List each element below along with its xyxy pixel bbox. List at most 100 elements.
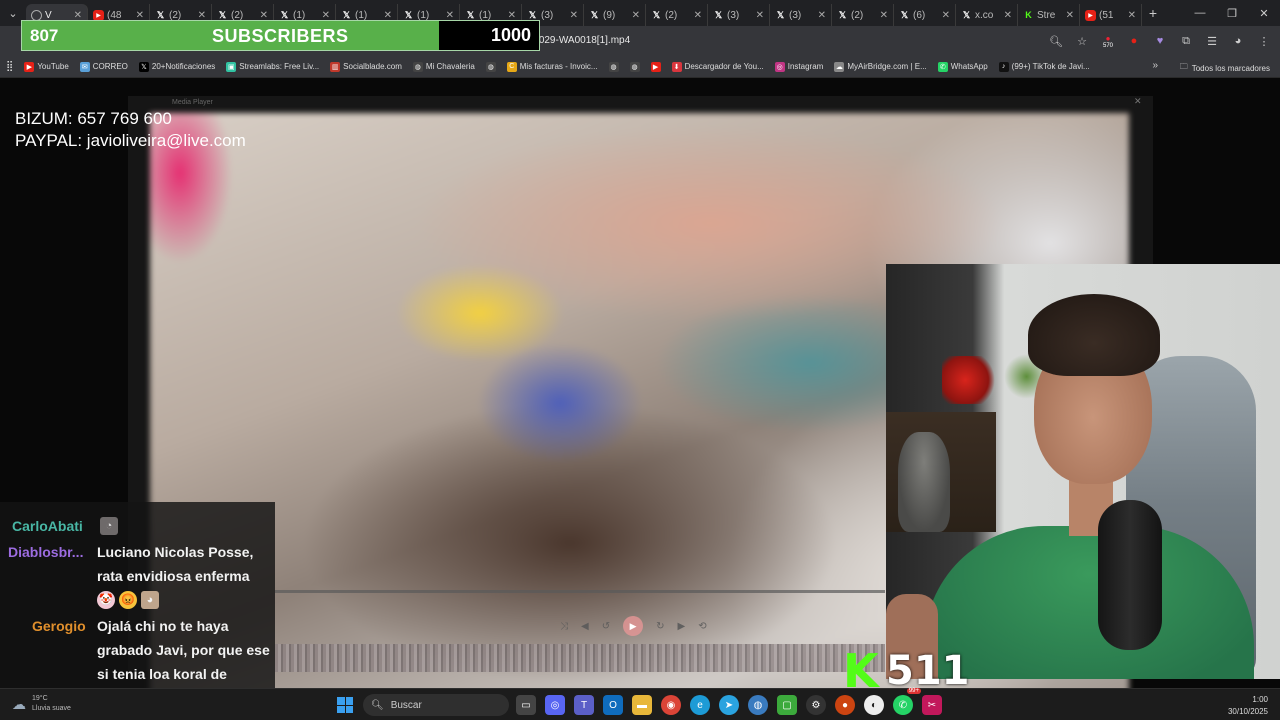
chat-message: Gerogio Ojalá chi no te haya grabado Jav… [0,614,275,688]
profile-avatar[interactable]: ◕ [1228,31,1248,51]
chrome-icon[interactable]: ◉ [661,695,681,715]
bookmark-item[interactable]: ◎ Instagram [774,61,823,72]
tab-title: (1) [355,9,368,21]
tab-close-icon[interactable]: ✕ [632,10,640,21]
taskbar-search[interactable]: 🔍︎ Buscar [363,694,509,716]
rewind-icon[interactable]: ↺ [602,621,610,632]
next-icon[interactable]: ▶ [677,621,685,632]
discord-icon[interactable]: ◎ [545,695,565,715]
bookmark-star-icon[interactable]: ☆ [1072,31,1092,51]
tab-close-icon[interactable]: ✕ [570,10,578,21]
play-icon[interactable]: ▶ [623,616,644,636]
whatsapp-icon[interactable]: ✆ 99+ [893,688,921,715]
obs-icon[interactable]: ◐ [864,695,884,715]
browser-tab[interactable]: K Stre ✕ [1018,4,1080,26]
bookmark-item[interactable]: C Mis facturas - Invoic... [506,61,598,72]
tab-close-icon[interactable]: ✕ [1066,10,1074,21]
snipping-tool-icon[interactable]: ✂ [922,695,942,715]
bookmark-item[interactable]: ⬇ Descargador de You... [671,61,764,72]
browser-tab[interactable]: 𝕏 (3) ✕ [708,4,770,26]
subscriber-count: 807 [30,26,59,45]
bookmark-item[interactable]: ◍ Mi Chavaleria [412,61,475,72]
bookmark-item[interactable]: ♪ (99+) TikTok de Javi... [998,61,1090,72]
tab-close-icon[interactable]: ✕ [74,10,82,21]
tab-close-icon[interactable]: ✕ [942,10,950,21]
windows-start-icon[interactable] [337,697,353,713]
tab-close-icon[interactable]: ✕ [1004,10,1012,21]
file-explorer-icon[interactable]: ▬ [632,695,652,715]
new-tab-button[interactable]: + [1142,5,1164,21]
shield-extension-icon[interactable]: ♥ [1150,31,1170,51]
youtube-icon: ▶ [1085,9,1096,21]
browser-tab[interactable]: 𝕏 (2) ✕ [832,4,894,26]
browser-tab[interactable]: ▶ (51 ✕ [1080,4,1142,26]
outlook-icon[interactable]: O [603,695,623,715]
previous-icon[interactable]: ◀ [581,621,589,632]
tab-close-icon[interactable]: ✕ [384,10,392,21]
network-globe-icon[interactable]: ◍ [748,695,768,715]
repeat-icon[interactable]: ⟲ [698,621,706,632]
tab-close-icon[interactable]: ✕ [1128,10,1136,21]
more-bookmarks-icon[interactable]: » [1152,60,1158,71]
tab-close-icon[interactable]: ✕ [198,10,206,21]
clock-time: 1:00 [1252,695,1268,704]
browser-tab[interactable]: 𝕏 (6) ✕ [894,4,956,26]
extension-icon[interactable]: ● 570 [1098,31,1118,51]
browser-tab[interactable]: 𝕏x.co ✕ [956,4,1018,26]
apps-icon[interactable]: ⣿ [6,61,13,72]
bookmark-item[interactable]: ▥ Socialblade.com [330,61,402,72]
all-bookmarks-button[interactable]: 🗀 Todos los marcadores [1180,61,1270,75]
tab-close-icon[interactable]: ✕ [322,10,330,21]
tab-close-icon[interactable]: ✕ [818,10,826,21]
download-icon: ⬇ [671,61,682,72]
steam-icon[interactable]: ⚙ [806,695,826,715]
video-glitch-strip [275,644,885,672]
viewer-count: 511 [886,648,970,688]
bookmark-item[interactable]: ◍ [629,61,640,72]
tab-close-icon[interactable]: ✕ [446,10,454,21]
task-view-icon[interactable]: ▭ [516,695,536,715]
media-player-close-icon[interactable]: ✕ [1134,96,1142,107]
reading-list-icon[interactable]: ☰ [1202,31,1222,51]
forward-icon[interactable]: ↻ [656,621,664,632]
tab-title: (51 [1099,9,1114,21]
tab-close-icon[interactable]: ✕ [694,10,702,21]
tab-close-icon[interactable]: ✕ [508,10,516,21]
teams-icon[interactable]: T [574,695,594,715]
media-app-icon[interactable]: ● [835,695,855,715]
bookmark-item[interactable]: ☁ MyAirBridge.com | E... [834,61,927,72]
bookmark-item[interactable]: ◍ [485,61,496,72]
bookmark-item[interactable]: ▣ Streamlabs: Free Liv... [226,61,319,72]
bookmark-item[interactable]: ▶ YouTube [24,61,69,72]
bookmark-item[interactable]: ◍ [608,61,619,72]
system-clock[interactable]: 1:00 30/10/2025 [1228,694,1268,718]
bookmark-item[interactable]: 𝕏 20+Notificaciones [138,61,215,72]
browser-tab[interactable]: 𝕏 (9) ✕ [584,4,646,26]
webcam-feed [886,264,1280,679]
puzzle-icon[interactable]: ⧉ [1176,31,1196,51]
tab-close-icon[interactable]: ✕ [756,10,764,21]
video-seek-bar[interactable] [275,590,885,593]
shuffle-icon[interactable]: ⤨ [560,621,568,632]
browser-tab[interactable]: 𝕏 (3) ✕ [770,4,832,26]
more-menu-icon[interactable]: ⋮ [1254,31,1274,51]
restore-icon[interactable]: ❐ [1216,0,1248,26]
edge-icon[interactable]: e [690,695,710,715]
minimize-icon[interactable]: — [1184,0,1216,26]
bookmark-item[interactable]: ✉ CORREO [79,61,128,72]
tab-close-icon[interactable]: ✕ [136,10,144,21]
toolbar-icons: 🔍︎ ☆ ● 570 ● ♥ ⧉ ☰ ◕ ⋮ [1046,31,1274,51]
browser-tab[interactable]: 𝕏 (2) ✕ [646,4,708,26]
telegram-icon[interactable]: ➤ [719,695,739,715]
tab-close-icon[interactable]: ✕ [880,10,888,21]
tab-close-icon[interactable]: ✕ [260,10,268,21]
zoom-icon[interactable]: 🔍︎ [1046,31,1066,51]
green-app-icon[interactable]: ▢ [777,695,797,715]
tab-title: (2) [851,9,864,21]
youtube-extension-icon[interactable]: ● [1124,31,1144,51]
bookmark-item[interactable]: ▶ [650,61,661,72]
clock-date: 30/10/2025 [1227,707,1268,716]
close-window-icon[interactable]: ✕ [1248,0,1280,26]
bookmark-item[interactable]: ✆ WhatsApp [937,61,988,72]
weather-widget[interactable]: ☁ 19°C Lluvia suave [12,694,71,714]
